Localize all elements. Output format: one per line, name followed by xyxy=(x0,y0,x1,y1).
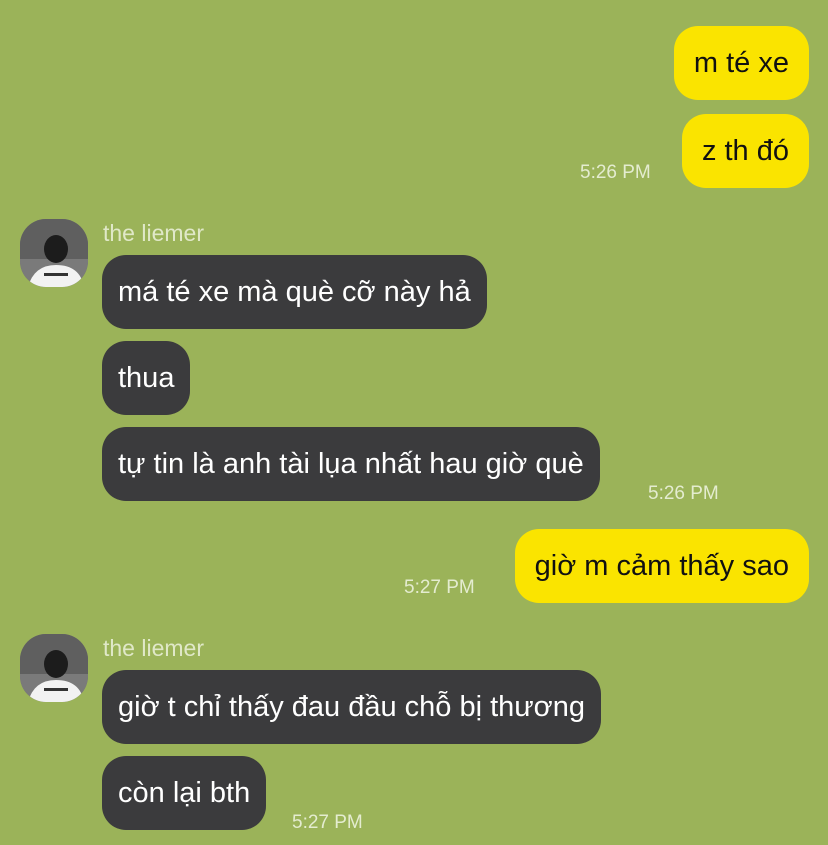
incoming-message[interactable]: còn lại bth xyxy=(102,756,267,830)
avatar-photo-icon xyxy=(20,634,88,702)
message-timestamp: 5:26 PM xyxy=(648,483,719,504)
incoming-message[interactable]: giờ t chỉ thấy đau đầu chỗ bị thương xyxy=(102,670,601,744)
contact-avatar[interactable] xyxy=(20,219,88,287)
incoming-message[interactable]: má té xe mà què cỡ này hả xyxy=(102,255,487,329)
sender-name: the liemer xyxy=(103,220,204,246)
outgoing-message[interactable]: z th đó xyxy=(681,114,809,188)
incoming-message[interactable]: thua xyxy=(102,341,191,415)
incoming-message[interactable]: tự tin là anh tài lụa nhất hau giờ què xyxy=(102,427,600,501)
message-timestamp: 5:27 PM xyxy=(292,812,363,833)
contact-avatar[interactable] xyxy=(20,634,88,702)
message-timestamp: 5:27 PM xyxy=(404,577,475,598)
message-timestamp: 5:26 PM xyxy=(580,162,651,183)
outgoing-message[interactable]: giờ m cảm thấy sao xyxy=(514,529,809,603)
outgoing-message[interactable]: m té xe xyxy=(673,26,809,100)
avatar-photo-icon xyxy=(20,219,88,287)
sender-name: the liemer xyxy=(103,635,204,661)
